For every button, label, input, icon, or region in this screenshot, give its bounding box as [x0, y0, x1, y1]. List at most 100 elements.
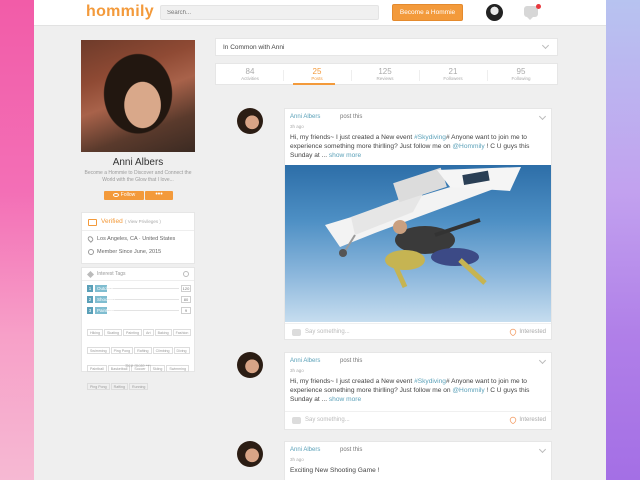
post-text: Hi, my friends~ I just created a New eve…: [290, 133, 544, 160]
interested-button[interactable]: Interested: [519, 417, 546, 423]
post-footer: Say something... Interested: [285, 323, 551, 341]
top-tag-row[interactable]: 3 Paintball 9: [87, 307, 191, 314]
chevron-down-icon[interactable]: [538, 112, 547, 121]
interest-chip[interactable]: Rafting: [134, 347, 152, 354]
tag-icon: [86, 270, 95, 279]
show-more-link[interactable]: show more: [329, 396, 361, 403]
divider: [82, 280, 194, 281]
post-image-skydiving[interactable]: [285, 165, 551, 322]
post-author[interactable]: Anni Albers: [290, 358, 320, 364]
profile-bio: Become a Hommie to Discover and Connect …: [84, 170, 192, 183]
in-common-dropdown[interactable]: In Common with Anni: [215, 38, 558, 56]
tag-bar: Outdoor: [95, 285, 114, 292]
follow-button[interactable]: Follow: [104, 191, 144, 200]
show-more-link[interactable]: show more: [329, 152, 361, 159]
post-author[interactable]: Anni Albers: [290, 114, 320, 120]
stat-number: 95: [516, 67, 526, 76]
divider: [82, 230, 194, 231]
skydiver-leg: [458, 258, 487, 285]
tag-bar: Shooting: [95, 296, 115, 303]
post-action: post this: [340, 358, 363, 364]
post-text: Hi, my friends~ I just created a New eve…: [290, 377, 544, 404]
interest-chip[interactable]: Ping Pong: [110, 347, 134, 354]
post-author[interactable]: Anni Albers: [290, 447, 320, 453]
stat-activities[interactable]: 84 Activities: [217, 67, 283, 81]
top-tag-row[interactable]: 2 Shooting 80: [87, 296, 191, 303]
interest-chip[interactable]: Baking: [154, 329, 172, 336]
heart-icon[interactable]: [508, 415, 518, 425]
stat-number: 84: [245, 67, 255, 76]
chevron-down-icon[interactable]: [538, 356, 547, 365]
post-footer: Say something... Interested: [285, 411, 551, 429]
top-tag-row[interactable]: 1 Outdoor 120: [87, 285, 191, 292]
stat-label: Following: [511, 76, 531, 81]
tag-count: 120: [181, 285, 191, 292]
tag-count: 9: [181, 307, 191, 314]
interested-button[interactable]: Interested: [519, 329, 546, 335]
notification-dot: [536, 4, 541, 9]
interest-chip[interactable]: Climbing: [152, 347, 173, 354]
interest-chip[interactable]: Rafting: [110, 383, 128, 390]
see-more-link[interactable]: See more •••: [82, 363, 194, 368]
tag-count: 80: [181, 296, 191, 303]
in-common-label: In Common with Anni: [223, 44, 285, 51]
interest-chip[interactable]: Diving: [173, 347, 190, 354]
tag-bar: Paintball: [95, 307, 115, 314]
view-privileges-link[interactable]: ( View Privileges ): [125, 219, 161, 224]
user-avatar[interactable]: [486, 4, 503, 21]
hashtag-link[interactable]: #Skydiving: [414, 378, 446, 385]
post-text-part: Hi, my friends~ I just created a New eve…: [290, 378, 415, 385]
interest-chip[interactable]: Fashion: [172, 329, 192, 336]
tag-rank: 2: [87, 296, 93, 303]
heart-icon[interactable]: [508, 327, 518, 337]
stat-posts[interactable]: 25 Posts: [284, 67, 350, 81]
interest-chip[interactable]: Ping Pong: [87, 383, 110, 390]
stat-label: Activities: [241, 76, 259, 81]
info-icon[interactable]: [183, 271, 189, 277]
profile-stats-bar: 84 Activities 25 Posts 125 Reviews 21 Follow…: [215, 63, 558, 85]
mention-link[interactable]: @Hommily: [452, 387, 484, 394]
more-options-button[interactable]: •••: [145, 191, 173, 200]
comment-input[interactable]: Say something...: [305, 417, 350, 423]
profile-photo: [81, 40, 195, 152]
tag-rank: 3: [87, 307, 93, 314]
interest-chip[interactable]: Swimming: [87, 347, 110, 354]
search-input[interactable]: [160, 5, 379, 20]
stat-reviews[interactable]: 125 Reviews: [352, 67, 418, 81]
skydiver-arm: [434, 218, 481, 237]
mention-link[interactable]: @Hommily: [452, 143, 484, 150]
background-gradient-left: [0, 0, 34, 480]
post-card: Anni Albers post this 3h ago Exciting Ne…: [284, 441, 552, 480]
app-window: hommily Become a Hommie Anni Albers Beco…: [34, 0, 606, 480]
hommily-logo[interactable]: hommily: [86, 3, 154, 21]
stat-following[interactable]: 95 Following: [488, 67, 554, 81]
interest-chip[interactable]: Hiking: [87, 329, 103, 336]
top-navigation-bar: hommily Become a Hommie: [34, 0, 606, 26]
id-card-icon: [88, 219, 97, 226]
verified-title: Verified: [101, 218, 123, 225]
post-action: post this: [340, 114, 363, 120]
stat-number: 25: [312, 67, 322, 76]
post-card: Anni Albers post this 3h ago Hi, my frie…: [284, 108, 552, 340]
post-time: 3h ago: [290, 368, 304, 373]
post-author-avatar[interactable]: [237, 352, 263, 378]
interest-tags-title: Interest Tags: [97, 271, 126, 277]
post-author-avatar[interactable]: [237, 108, 263, 134]
comment-input[interactable]: Say something...: [305, 329, 350, 335]
tag-rank: 1: [87, 285, 93, 292]
post-action: post this: [340, 447, 363, 453]
interest-chip[interactable]: Running: [128, 383, 149, 390]
hashtag-link[interactable]: #Skydiving: [414, 134, 446, 141]
skydiver-head: [393, 220, 407, 234]
stat-number: 21: [448, 67, 458, 76]
clock-icon: [88, 249, 94, 255]
interest-chip[interactable]: Art: [143, 329, 154, 336]
comment-icon: [292, 329, 301, 336]
stat-followers[interactable]: 21 Followers: [420, 67, 486, 81]
interest-chip[interactable]: Painting: [123, 329, 142, 336]
background-gradient-right: [606, 0, 640, 480]
interest-chip[interactable]: Skating: [104, 329, 122, 336]
become-hommie-button[interactable]: Become a Hommie: [392, 4, 463, 21]
chevron-down-icon[interactable]: [538, 445, 547, 454]
post-author-avatar[interactable]: [237, 441, 263, 467]
